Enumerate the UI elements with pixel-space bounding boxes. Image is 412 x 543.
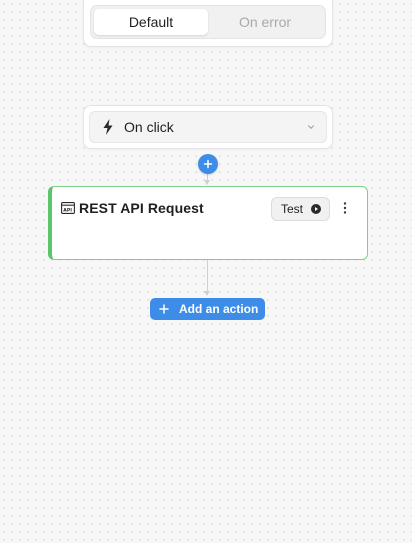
action-title: REST API Request: [79, 200, 204, 216]
trigger-label: On click: [124, 119, 174, 135]
api-window-icon: API: [61, 202, 75, 214]
bolt-icon: [103, 119, 113, 135]
connector-arrow: [204, 180, 210, 185]
trigger-panel: On click: [83, 105, 333, 149]
trigger-select[interactable]: On click: [89, 111, 327, 143]
more-options-icon[interactable]: [339, 199, 351, 217]
test-button-label: Test: [281, 202, 304, 216]
plus-icon: [159, 304, 169, 314]
add-action-button[interactable]: Add an action: [150, 298, 265, 320]
tab-on-error[interactable]: On error: [208, 9, 322, 35]
insert-step-button[interactable]: [198, 154, 218, 174]
svg-text:API: API: [63, 208, 72, 214]
connector-arrow: [204, 291, 210, 296]
add-action-label: Add an action: [179, 302, 259, 316]
connector-line: [207, 260, 208, 292]
play-icon: [311, 204, 321, 214]
branch-tab-panel: Default On error: [83, 0, 333, 47]
branch-tab-switch: Default On error: [90, 5, 326, 39]
tab-default[interactable]: Default: [94, 9, 208, 35]
chevron-down-icon: [307, 125, 315, 129]
action-card[interactable]: API REST API Request Test: [48, 186, 368, 260]
plus-icon: [203, 159, 213, 169]
test-button[interactable]: Test: [271, 197, 330, 221]
